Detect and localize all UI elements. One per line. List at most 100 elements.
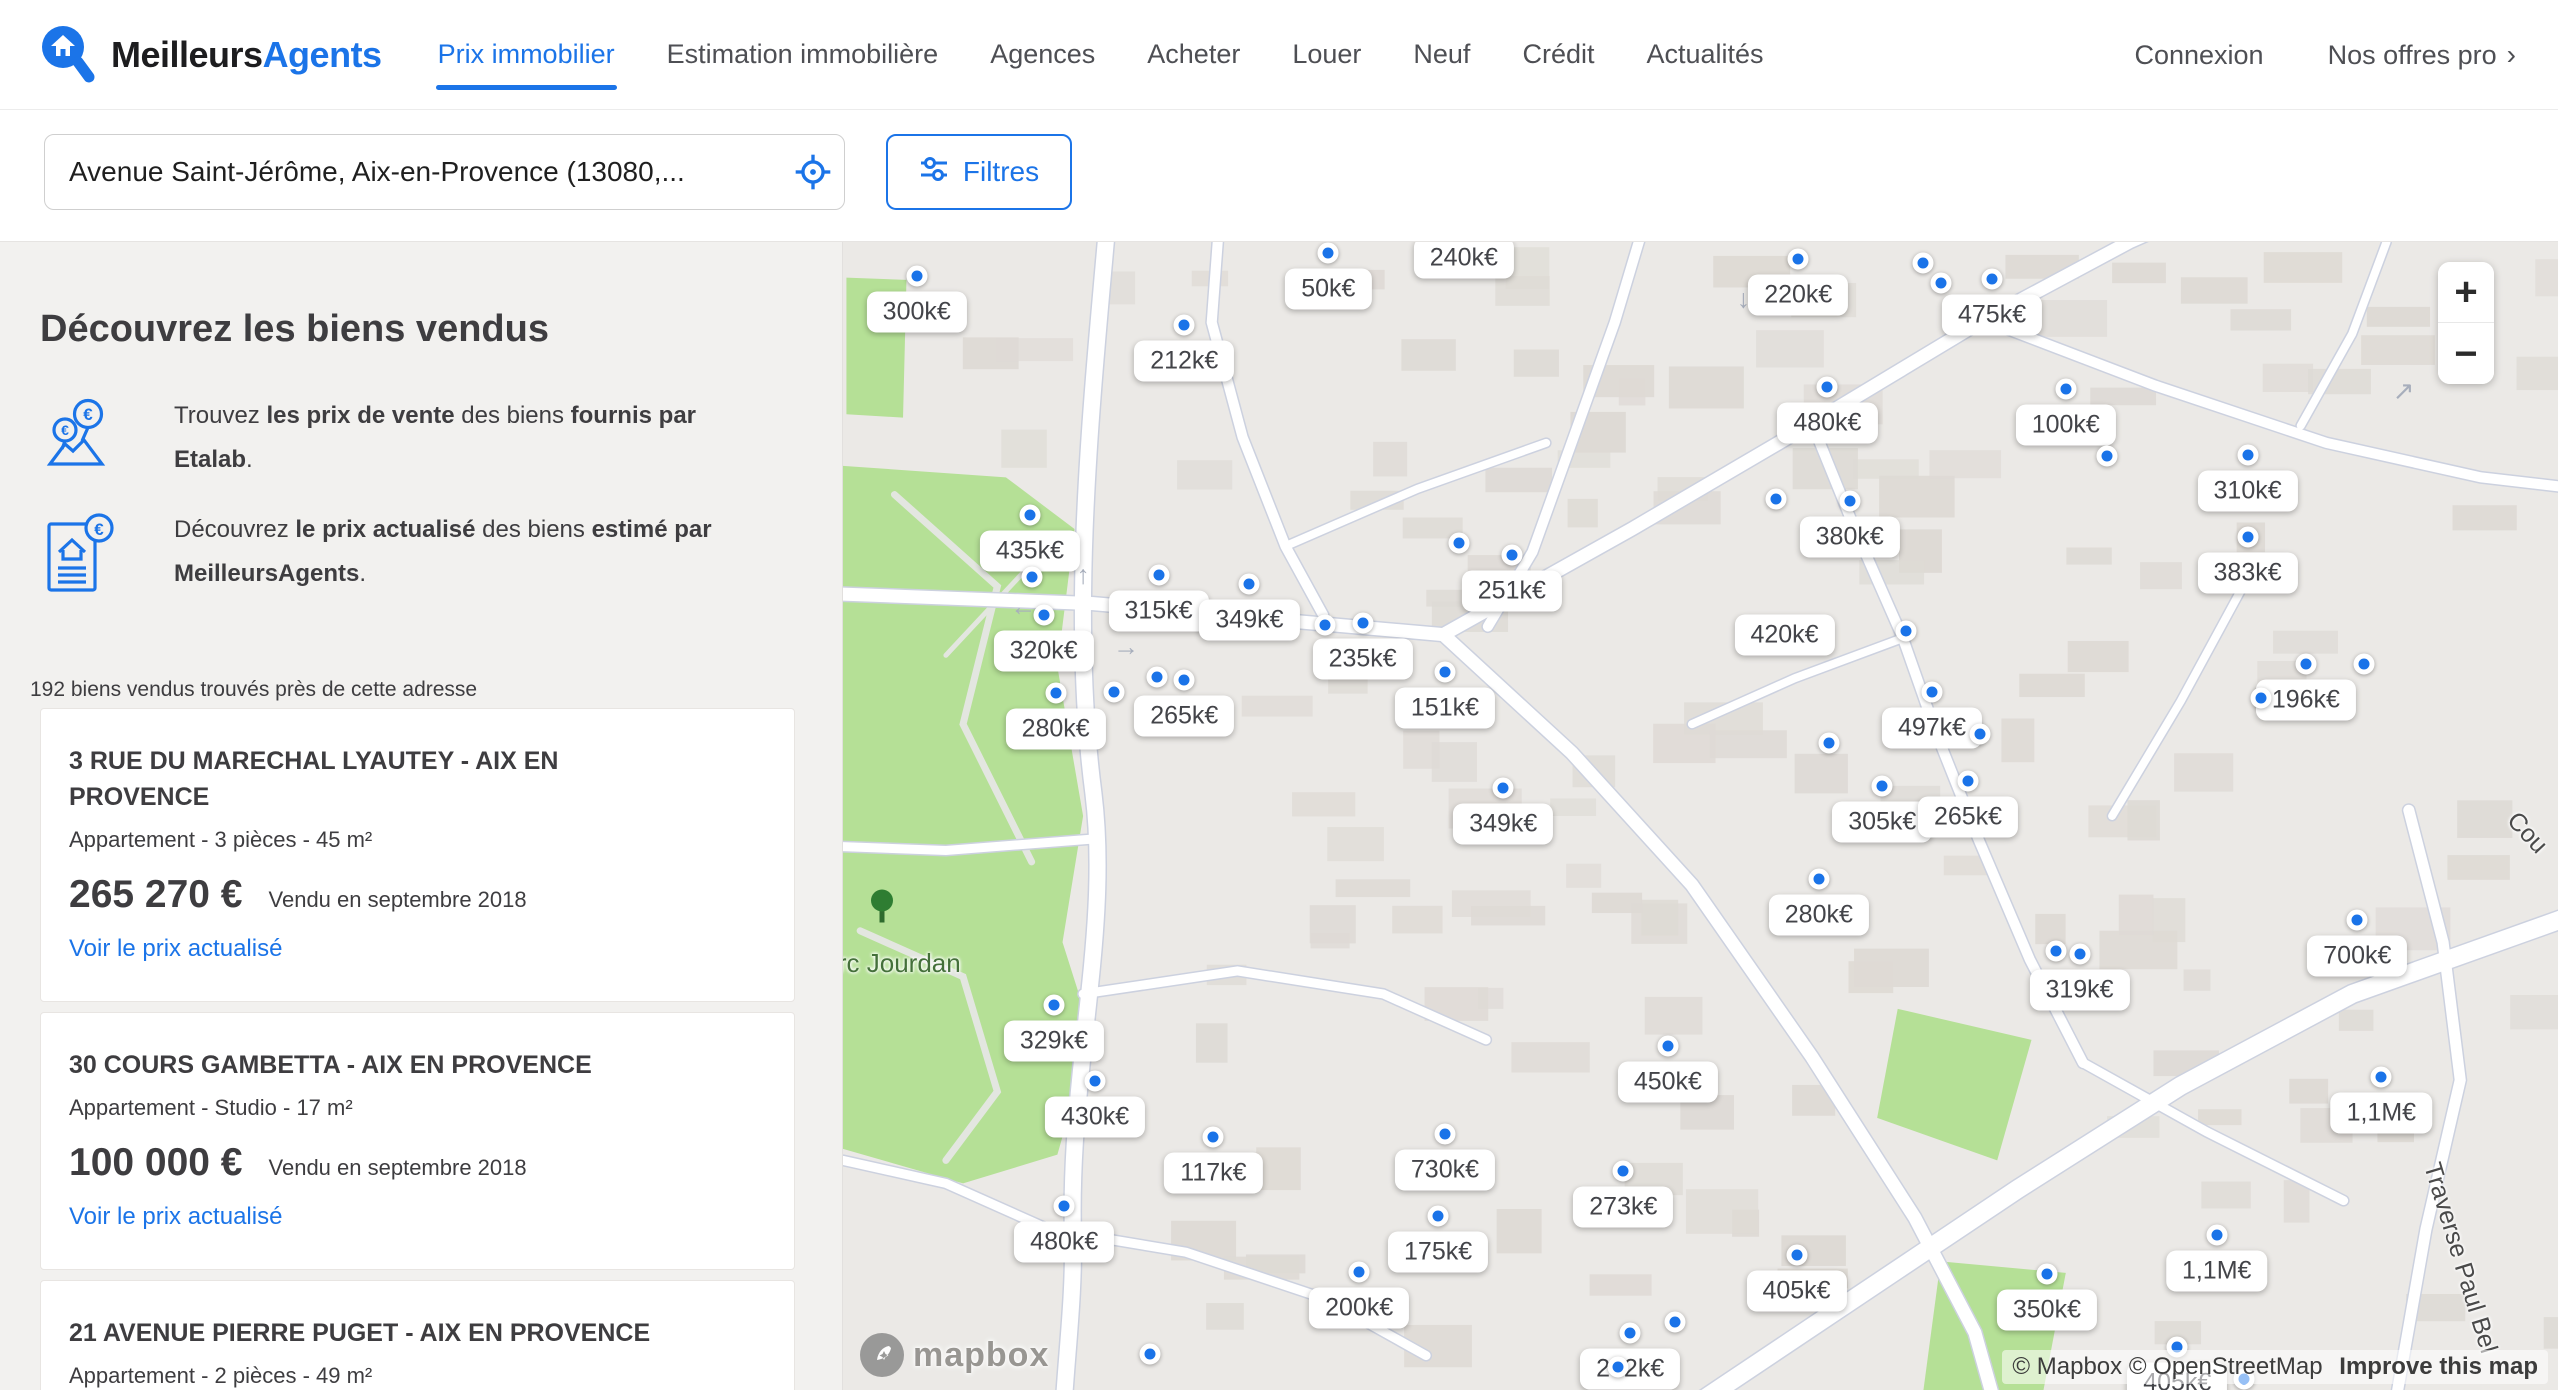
mapbox-attribution-link[interactable]: © Mapbox bbox=[2012, 1353, 2122, 1380]
property-price: 265 270 € bbox=[69, 873, 243, 917]
price-label: 212k€ bbox=[1134, 341, 1234, 382]
price-label: 265k€ bbox=[1918, 797, 2018, 838]
address-search-input[interactable] bbox=[44, 134, 845, 210]
nav-item-credit[interactable]: Crédit bbox=[1522, 0, 1594, 110]
property-dot[interactable] bbox=[2251, 687, 2272, 708]
marker-dot-icon bbox=[1808, 868, 1829, 889]
sold-property-card[interactable]: 21 AVENUE PIERRE PUGET - AIX EN PROVENCE… bbox=[40, 1280, 795, 1390]
marker-dot-icon bbox=[1043, 995, 1064, 1016]
oneway-arrow-icon: ↗ bbox=[2393, 376, 2415, 407]
nav-item-louer[interactable]: Louer bbox=[1292, 0, 1361, 110]
see-updated-price-link[interactable]: Voir le prix actualisé bbox=[69, 1203, 282, 1231]
crosshair-icon bbox=[794, 179, 832, 194]
mapbox-wordmark: mapbox bbox=[913, 1336, 1049, 1375]
price-label: 405k€ bbox=[1746, 1271, 1846, 1312]
pro-offers-link[interactable]: Nos offres pro› bbox=[2328, 39, 2516, 71]
property-details: Appartement - 3 pièces - 45 m² bbox=[69, 827, 774, 853]
price-label: 730k€ bbox=[1395, 1149, 1495, 1190]
marker-dot-icon bbox=[1958, 771, 1979, 792]
marker-dot-icon bbox=[1203, 1127, 1224, 1148]
property-dot[interactable] bbox=[1765, 489, 1786, 510]
property-dot[interactable] bbox=[1664, 1312, 1685, 1333]
property-dot[interactable] bbox=[1314, 615, 1335, 636]
marker-dot-icon bbox=[2295, 654, 2316, 675]
property-dot[interactable] bbox=[1930, 273, 1951, 294]
property-dot[interactable] bbox=[1448, 532, 1469, 553]
price-label: 700k€ bbox=[2307, 936, 2407, 977]
filters-button[interactable]: Filtres bbox=[886, 134, 1072, 210]
map-basemap bbox=[843, 242, 2558, 1390]
price-label: 1,1M€ bbox=[2166, 1250, 2267, 1291]
nav-item-actualites[interactable]: Actualités bbox=[1646, 0, 1763, 110]
info-bullet-sale-prices: € € Trouvez les prix de vente des biens … bbox=[40, 394, 734, 482]
price-label: 251k€ bbox=[1462, 570, 1562, 611]
marker-dot-icon bbox=[1872, 775, 1893, 796]
zoom-out-button[interactable]: − bbox=[2438, 323, 2494, 384]
oneway-arrow-icon: → bbox=[1113, 632, 1139, 663]
property-price: 100 000 € bbox=[69, 1141, 243, 1185]
marker-dot-icon bbox=[2237, 445, 2258, 466]
nav-item-agences[interactable]: Agences bbox=[990, 0, 1095, 110]
osm-attribution-link[interactable]: © OpenStreetMap bbox=[2129, 1353, 2323, 1380]
price-label: 380k€ bbox=[1800, 517, 1900, 558]
marker-dot-icon bbox=[1982, 269, 2003, 290]
marker-dot-icon bbox=[1033, 604, 1054, 625]
price-label: 320k€ bbox=[994, 630, 1094, 671]
property-dot[interactable] bbox=[1146, 667, 1167, 688]
marker-dot-icon bbox=[1174, 670, 1195, 691]
property-details: Appartement - Studio - 17 m² bbox=[69, 1095, 774, 1121]
zoom-in-button[interactable]: + bbox=[2438, 262, 2494, 323]
magnifier-house-icon bbox=[39, 23, 97, 87]
info-bullet-updated-price: € Découvrez le prix actualisé des biens … bbox=[40, 508, 734, 598]
price-label: 50k€ bbox=[1285, 269, 1371, 310]
property-dot[interactable] bbox=[1896, 621, 1917, 642]
marker-dot-icon bbox=[1922, 681, 1943, 702]
property-dot[interactable] bbox=[1819, 732, 1840, 753]
svg-text:€: € bbox=[83, 405, 93, 424]
price-label: 200k€ bbox=[1309, 1288, 1409, 1329]
improve-map-link[interactable]: Improve this map bbox=[2339, 1353, 2538, 1380]
property-dot[interactable] bbox=[2045, 941, 2066, 962]
document-house-euro-icon: € bbox=[40, 508, 120, 598]
property-dot[interactable] bbox=[1021, 567, 1042, 588]
marker-dot-icon bbox=[1352, 612, 1373, 633]
nav-item-acheter[interactable]: Acheter bbox=[1147, 0, 1240, 110]
property-dot[interactable] bbox=[2096, 445, 2117, 466]
map-zoom-control: + − bbox=[2438, 262, 2494, 384]
brand-name: MeilleursAgents bbox=[111, 34, 382, 76]
geolocate-button[interactable] bbox=[793, 153, 833, 193]
brand-logo[interactable]: MeilleursAgents bbox=[39, 23, 382, 87]
login-link[interactable]: Connexion bbox=[2134, 40, 2263, 71]
nav-item-estimation-immobiliere[interactable]: Estimation immobilière bbox=[667, 0, 939, 110]
property-details: Appartement - 2 pièces - 49 m² bbox=[69, 1363, 774, 1389]
sold-property-card[interactable]: 30 COURS GAMBETTA - AIX EN PROVENCE Appa… bbox=[40, 1012, 795, 1270]
price-label: 349k€ bbox=[1453, 804, 1553, 845]
marker-dot-icon bbox=[1045, 682, 1066, 703]
svg-text:€: € bbox=[94, 520, 104, 539]
map[interactable]: ← ↑ → ↓ ↗ rc Jourdan 300k€240k€50k€212k€… bbox=[843, 242, 2558, 1390]
see-updated-price-link[interactable]: Voir le prix actualisé bbox=[69, 935, 282, 963]
price-label: 300k€ bbox=[867, 292, 967, 333]
nav-item-neuf[interactable]: Neuf bbox=[1413, 0, 1470, 110]
property-dot[interactable] bbox=[1970, 724, 1991, 745]
marker-dot-icon bbox=[2237, 526, 2258, 547]
mapbox-logo[interactable]: mapbox bbox=[859, 1332, 1049, 1378]
marker-dot-icon bbox=[1434, 662, 1455, 683]
sold-property-card[interactable]: 3 RUE DU MARECHAL LYAUTEY - AIX EN PROVE… bbox=[40, 708, 795, 1002]
results-sidebar: Découvrez les biens vendus € € Trouvez l… bbox=[0, 242, 843, 1390]
property-dot[interactable] bbox=[1913, 252, 1934, 273]
marker-dot-icon bbox=[1493, 778, 1514, 799]
property-dot[interactable] bbox=[1139, 1344, 1160, 1365]
marker-dot-icon bbox=[1620, 1323, 1641, 1344]
property-dot[interactable] bbox=[1103, 682, 1124, 703]
marker-dot-icon bbox=[1817, 377, 1838, 398]
price-label: 319k€ bbox=[2029, 970, 2129, 1011]
marker-dot-icon bbox=[1349, 1262, 1370, 1283]
oneway-arrow-icon: ← bbox=[1010, 592, 1036, 623]
header-right: Connexion Nos offres pro› bbox=[2134, 0, 2516, 110]
property-dot[interactable] bbox=[2354, 654, 2375, 675]
property-dot[interactable] bbox=[1608, 1357, 1629, 1378]
marker-dot-icon bbox=[2055, 378, 2076, 399]
tree-icon bbox=[865, 888, 899, 933]
nav-item-prix-immobilier[interactable]: Prix immobilier bbox=[438, 0, 615, 110]
